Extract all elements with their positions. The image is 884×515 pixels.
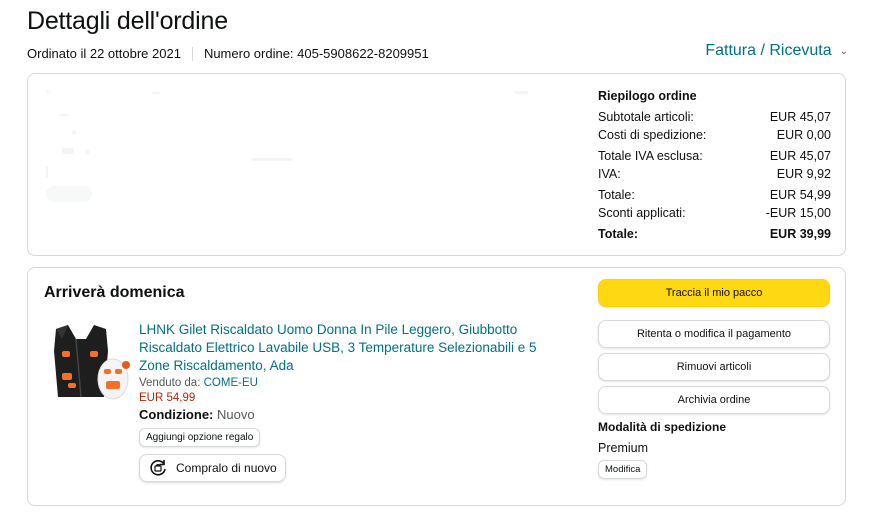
summary-label: Totale: (598, 188, 635, 202)
summary-grand-total: Totale: EUR 39,99 (598, 226, 831, 244)
arrival-status: Arriverà domenica (44, 284, 185, 301)
order-summary: Riepilogo ordine Subtotale articoli: EUR… (598, 89, 831, 244)
order-meta: Ordinato il 22 ottobre 2021 Numero ordin… (27, 46, 429, 61)
sold-by: Venduto da: COME-EU (139, 377, 559, 389)
summary-row: Totale: EUR 54,99 (598, 187, 831, 205)
summary-label: Sconti applicati: (598, 205, 686, 220)
summary-value: EUR 45,07 (769, 110, 831, 124)
summary-label: Totale IVA esclusa: (598, 149, 703, 163)
redacted-address (42, 88, 542, 238)
rebuy-cycle-icon (150, 460, 166, 476)
summary-label: IVA: (598, 166, 621, 181)
summary-title: Riepilogo ordine (598, 89, 697, 103)
shipping-mode-value: Premium (598, 441, 649, 455)
heated-vest-image[interactable] (46, 321, 131, 406)
grand-total-value: EUR 39,99 (769, 227, 831, 241)
buy-again-label: Compralo di nuovo (176, 461, 277, 475)
remove-items-button[interactable]: Rimuovi articoli (598, 353, 830, 381)
add-gift-option-button[interactable]: Aggiungi opzione regalo (139, 428, 261, 447)
product-info: LHNK Gilet Riscaldato Uomo Donna In Pile… (139, 321, 559, 482)
shipment-card: Arriverà domenica LHNK Gilet Riscaldato … (27, 267, 846, 506)
track-package-button[interactable]: Traccia il mio pacco (598, 279, 830, 307)
product-title-link[interactable]: LHNK Gilet Riscaldato Uomo Donna In Pile… (139, 321, 559, 375)
summary-row: Subtotale articoli: EUR 45,07 (598, 109, 831, 127)
invoice-link-label[interactable]: Fattura / Ricevuta (705, 42, 831, 60)
edit-shipping-button[interactable]: Modifica (598, 460, 648, 479)
grand-total-label: Totale: (598, 227, 639, 241)
product-price: EUR 54,99 (139, 392, 196, 404)
summary-row: Totale IVA esclusa: EUR 45,07 (598, 148, 831, 166)
condition-value: Nuovo (217, 407, 255, 422)
buy-again-button[interactable]: Compralo di nuovo (139, 454, 286, 482)
order-number: Numero ordine: 405-5908622-8209951 (203, 46, 429, 61)
condition-label: Condizione: (139, 407, 214, 422)
divider (191, 46, 193, 61)
seller-link[interactable]: COME-EU (204, 377, 258, 389)
summary-value: EUR 54,99 (769, 188, 831, 202)
summary-value: -EUR 15,00 (765, 205, 831, 220)
sold-by-label: Venduto da: (139, 377, 201, 389)
summary-value: EUR 0,00 (776, 127, 831, 142)
invoice-dropdown[interactable]: Fattura / Ricevuta ⌄ (705, 42, 848, 60)
summary-row: Costi di spedizione: EUR 0,00 (598, 127, 831, 145)
product-condition: Condizione: Nuovo (139, 407, 559, 422)
summary-label: Subtotale articoli: (598, 110, 694, 124)
retry-payment-button[interactable]: Ritenta o modifica il pagamento (598, 320, 830, 348)
chevron-down-icon: ⌄ (839, 45, 848, 57)
shipping-mode-label: Modalità di spedizione (598, 420, 727, 434)
order-date: Ordinato il 22 ottobre 2021 (27, 46, 181, 61)
order-actions: Traccia il mio pacco Ritenta o modifica … (598, 279, 831, 419)
summary-row: Sconti applicati: -EUR 15,00 (598, 205, 831, 223)
shipping-mode: Modalità di spedizione Premium Modifica (598, 420, 831, 479)
summary-value: EUR 9,92 (776, 166, 831, 181)
order-summary-card: Riepilogo ordine Subtotale articoli: EUR… (27, 73, 846, 256)
summary-label: Costi di spedizione: (598, 127, 707, 142)
summary-value: EUR 45,07 (769, 149, 831, 163)
summary-row: IVA: EUR 9,92 (598, 166, 831, 184)
archive-order-button[interactable]: Archivia ordine (598, 386, 830, 414)
page-title: Dettagli dell'ordine (27, 7, 228, 35)
